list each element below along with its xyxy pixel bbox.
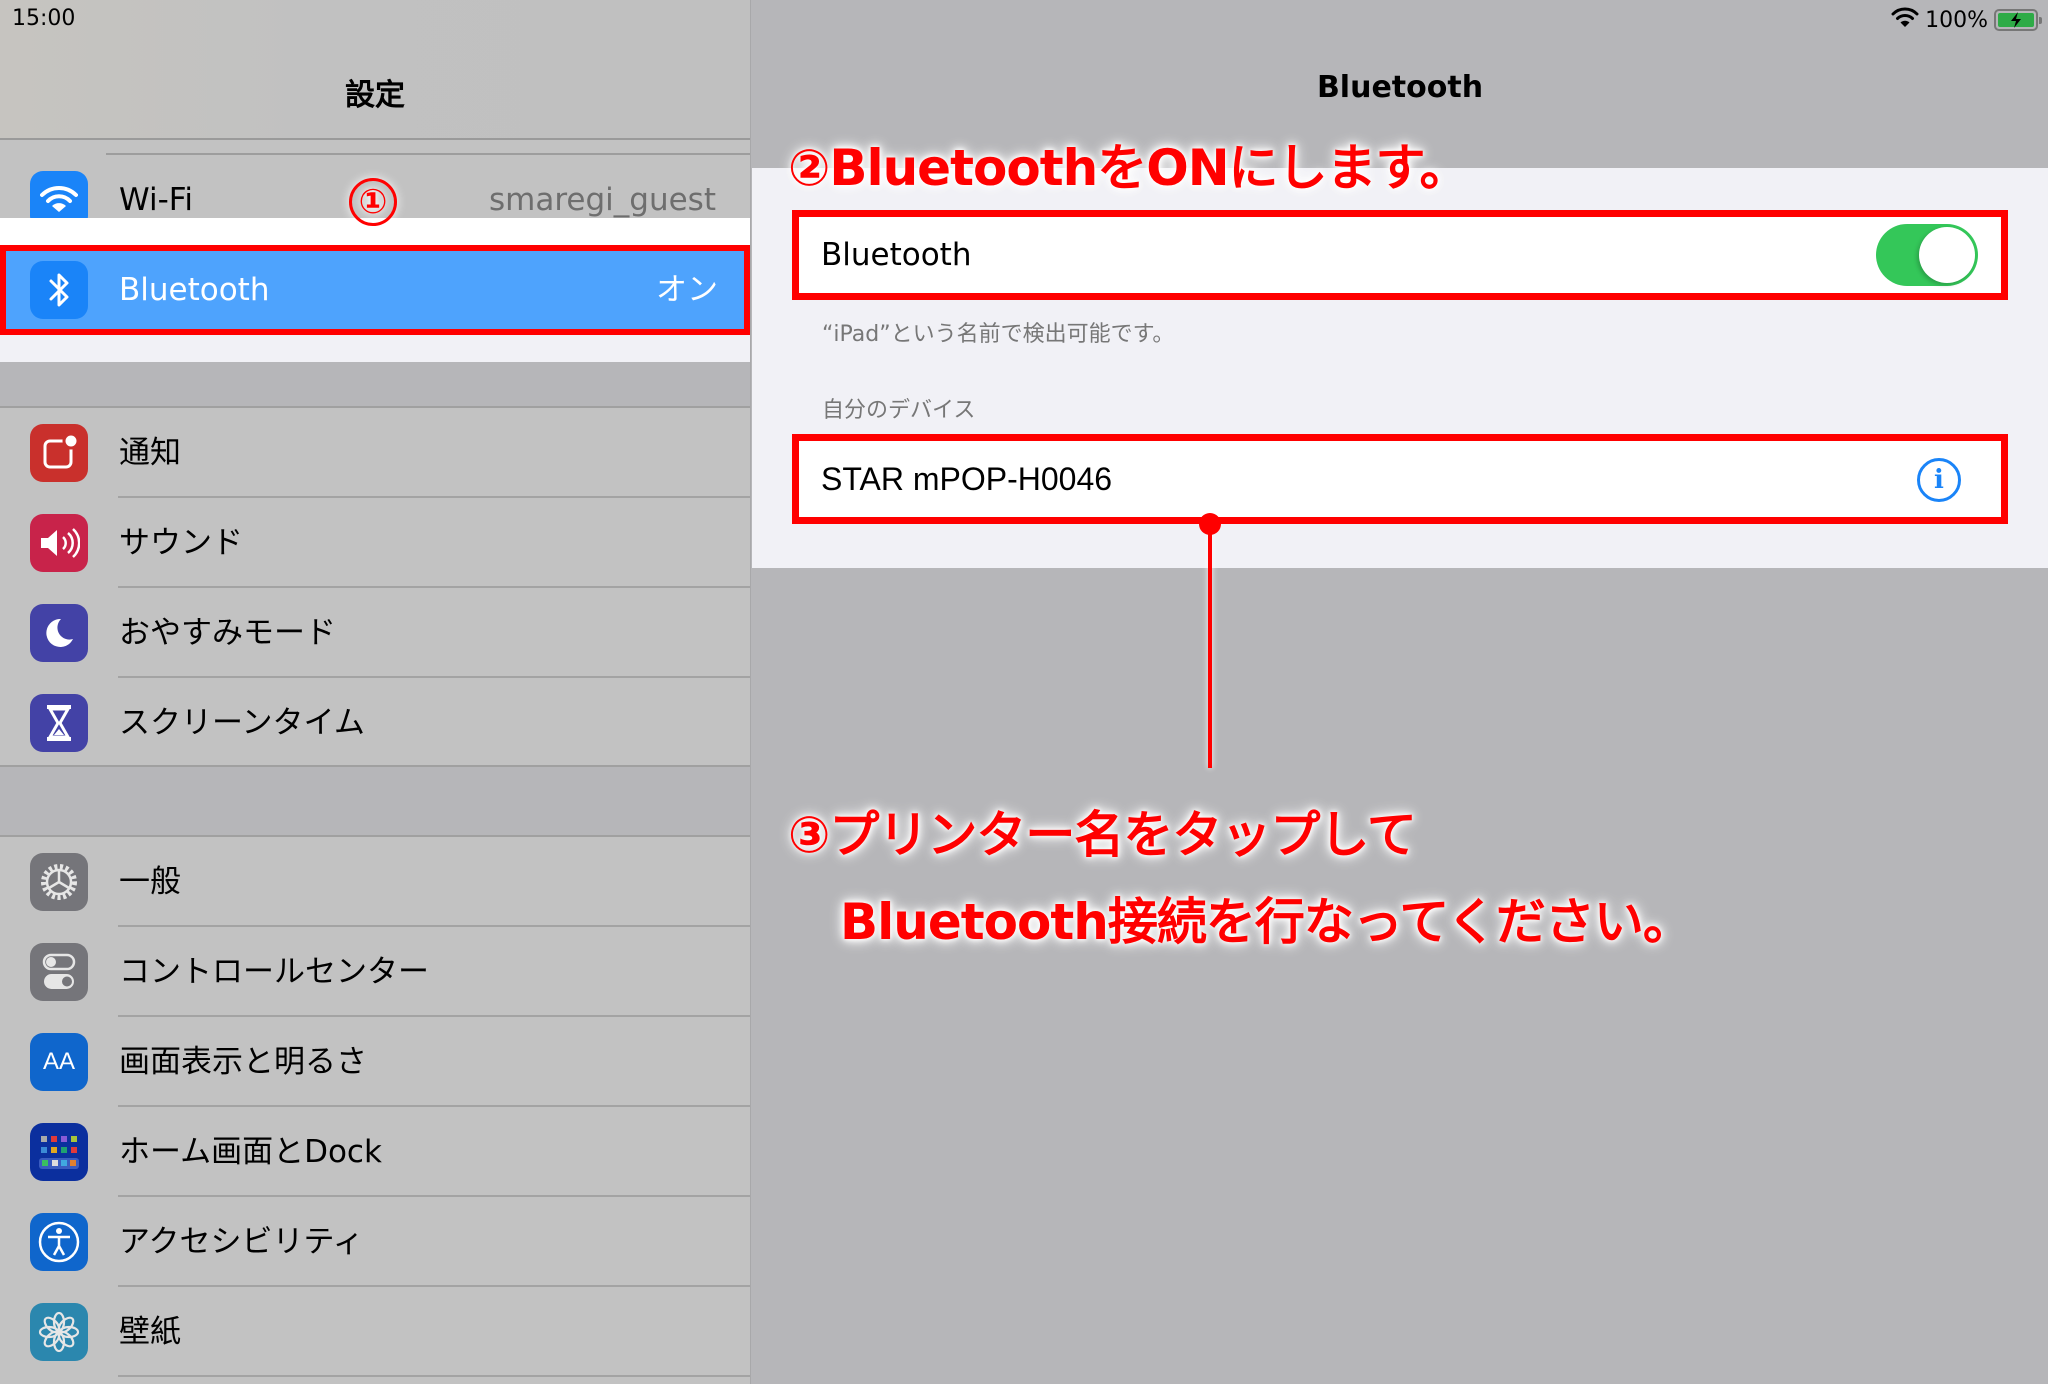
- gear-icon: [30, 853, 88, 911]
- bluetooth-toggle-label: Bluetooth: [821, 237, 972, 273]
- sound-icon: [30, 514, 88, 572]
- sidebar-item-do-not-disturb[interactable]: おやすみモード: [0, 588, 750, 678]
- sidebar-item-home-screen-dock[interactable]: ホーム画面とDock: [0, 1107, 750, 1197]
- moon-icon: [30, 604, 88, 662]
- status-bar-right: 100%: [1891, 6, 2042, 34]
- sidebar-item-label: Bluetooth: [119, 272, 270, 308]
- sidebar-item-display-brightness[interactable]: AA 画面表示と明るさ: [0, 1017, 750, 1107]
- settings-sidebar: 15:00 設定 Wi-Fi smaregi_guest Bluetooth オ…: [0, 0, 751, 1384]
- annotation-pointer-dot: [1199, 513, 1221, 535]
- sidebar-item-general[interactable]: 一般: [0, 837, 750, 927]
- annotation-step-2: ②BluetoothをONにします。: [788, 139, 1470, 197]
- sidebar-item-notifications[interactable]: 通知: [0, 408, 750, 498]
- sidebar-item-label: 一般: [119, 864, 181, 900]
- control-center-icon: [30, 943, 88, 1001]
- sidebar-item-label: サウンド: [119, 525, 243, 561]
- hourglass-icon: [30, 694, 88, 752]
- sidebar-item-label: 壁紙: [119, 1314, 181, 1350]
- sidebar-item-screen-time[interactable]: スクリーンタイム: [0, 678, 750, 768]
- sidebar-item-label: おやすみモード: [119, 615, 336, 651]
- bluetooth-status: オン: [656, 272, 718, 308]
- bluetooth-settings-list: Bluetooth “iPad”という名前で検出可能です。 自分のデバイス ST…: [752, 168, 2048, 568]
- annotation-pointer-line: [1208, 524, 1212, 768]
- sidebar-header: 15:00 設定: [0, 0, 750, 140]
- annotation-step-1: ①: [349, 178, 397, 226]
- bluetooth-toggle[interactable]: [1876, 224, 1978, 286]
- notifications-icon: [30, 424, 88, 482]
- discoverable-note: “iPad”という名前で検出可能です。: [822, 322, 1175, 347]
- sidebar-item-sound[interactable]: サウンド: [0, 498, 750, 588]
- annotation-step-3-line-1: ③プリンター名をタップして: [788, 806, 1417, 864]
- sidebar-item-label: スクリーンタイム: [119, 705, 365, 741]
- annotation-step-3-line-2: Bluetooth接続を行なってください。: [840, 893, 1693, 951]
- battery-charging-icon: [1994, 9, 2042, 31]
- home-screen-icon: [30, 1123, 88, 1181]
- sidebar-item-label: 通知: [119, 435, 181, 471]
- device-row[interactable]: STAR mPOP-H0046 i: [792, 434, 2008, 524]
- display-brightness-icon: AA: [30, 1033, 88, 1091]
- sidebar-item-accessibility[interactable]: アクセシビリティ: [0, 1197, 750, 1287]
- info-icon[interactable]: i: [1917, 458, 1961, 502]
- sidebar-item-label: アクセシビリティ: [119, 1224, 364, 1260]
- device-name: STAR mPOP-H0046: [821, 461, 1113, 497]
- status-time: 15:00: [12, 6, 76, 31]
- bluetooth-icon: [30, 261, 88, 319]
- group-gap: [0, 362, 750, 408]
- wallpaper-icon: [30, 1303, 88, 1361]
- battery-percent: 100%: [1925, 7, 1988, 33]
- sidebar-item-label: 画面表示と明るさ: [119, 1044, 367, 1080]
- bluetooth-detail-pane: 100% Bluetooth Bluetooth “iPad”という名前で検出可…: [752, 0, 2048, 1384]
- wifi-icon: [1891, 6, 1919, 34]
- sidebar-title: 設定: [345, 78, 405, 113]
- sidebar-item-label: コントロールセンター: [119, 954, 429, 990]
- detail-title: Bluetooth: [1316, 70, 1484, 105]
- my-devices-header: 自分のデバイス: [822, 398, 976, 423]
- sidebar-item-bluetooth[interactable]: Bluetooth オン: [0, 245, 750, 335]
- accessibility-icon: [30, 1213, 88, 1271]
- sidebar-item-wallpaper[interactable]: 壁紙: [0, 1287, 750, 1377]
- bluetooth-toggle-cell: Bluetooth: [792, 210, 2008, 300]
- group-gap: [0, 765, 750, 837]
- sidebar-item-label: ホーム画面とDock: [119, 1134, 382, 1170]
- sidebar-item-control-center[interactable]: コントロールセンター: [0, 927, 750, 1017]
